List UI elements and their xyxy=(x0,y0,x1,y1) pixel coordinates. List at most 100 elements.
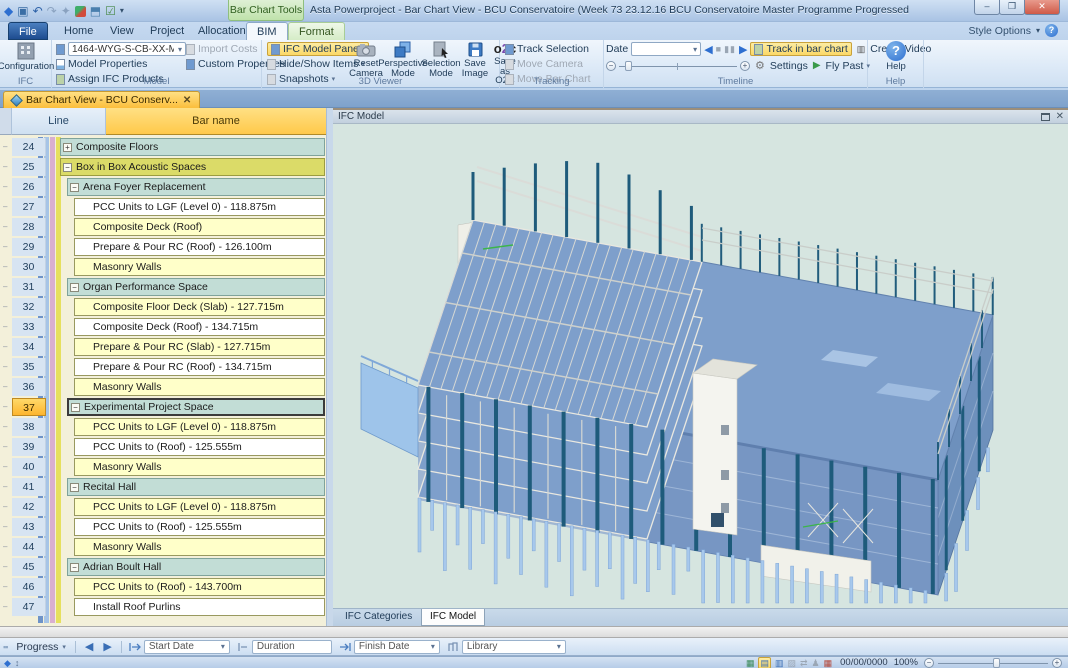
line-number[interactable]: 34 xyxy=(12,338,46,356)
date-combo[interactable]: ▾ xyxy=(631,42,701,56)
split-view-icon[interactable]: ▦ xyxy=(746,658,755,668)
play-button[interactable]: ▶ xyxy=(739,43,747,56)
horizontal-scrollbar[interactable] xyxy=(0,626,1068,638)
import-costs-button[interactable]: Import Costs xyxy=(186,42,258,56)
tab-ifc-categories[interactable]: IFC Categories xyxy=(337,609,420,626)
line-column-header[interactable]: Line xyxy=(12,108,106,135)
task-bar-cell[interactable]: Masonry Walls xyxy=(74,458,325,476)
table-row[interactable]: ‒27PCC Units to LGF (Level 0) - 118.875m xyxy=(0,197,326,217)
jump-forward-button[interactable]: ▶ xyxy=(98,639,116,654)
task-bar-cell[interactable]: PCC Units to (Roof) - 143.700m xyxy=(74,578,325,596)
summary-bar-cell[interactable]: −Recital Hall xyxy=(67,478,325,496)
collapse-icon[interactable]: − xyxy=(70,283,79,292)
line-number[interactable]: 29 xyxy=(12,238,46,256)
save-image-button[interactable]: Save Image xyxy=(460,41,490,78)
configuration-button[interactable]: Configuration xyxy=(7,41,45,78)
line-number[interactable]: 24 xyxy=(12,138,46,156)
table-row[interactable]: ‒39PCC Units to (Roof) - 125.555m xyxy=(0,437,326,457)
task-bar-cell[interactable]: Prepare & Pour RC (Roof) - 126.100m xyxy=(74,238,325,256)
table-row[interactable]: ‒26−Arena Foyer Replacement xyxy=(0,177,326,197)
duration-filter[interactable]: Duration xyxy=(252,640,332,654)
task-bar-cell[interactable]: Composite Deck (Roof) - 134.715m xyxy=(74,318,325,336)
task-bar-cell[interactable]: Composite Deck (Roof) xyxy=(74,218,325,236)
table-row[interactable]: ‒40Masonry Walls xyxy=(0,457,326,477)
ifc-3d-viewport[interactable] xyxy=(333,125,1068,608)
qat-dropdown-icon[interactable]: ▾ xyxy=(120,3,124,19)
progress-dropdown[interactable]: Progress ▾ xyxy=(11,640,71,654)
line-chart-view-icon[interactable]: ▨ xyxy=(787,658,796,668)
fly-past-button[interactable]: Fly Past xyxy=(826,60,864,72)
duration-start-icon[interactable] xyxy=(237,642,249,652)
align-start-icon[interactable] xyxy=(129,642,141,652)
help-button[interactable]: ? Help xyxy=(877,41,915,78)
reset-camera-button[interactable]: Reset Camera xyxy=(350,41,382,78)
float-pane-icon[interactable] xyxy=(1041,113,1050,121)
line-number[interactable]: 33 xyxy=(12,318,46,336)
line-number[interactable]: 32 xyxy=(12,298,46,316)
line-number[interactable]: 40 xyxy=(12,458,46,476)
tab-ifc-model[interactable]: IFC Model xyxy=(421,609,485,626)
collapse-icon[interactable]: − xyxy=(70,563,79,572)
task-bar-cell[interactable]: Prepare & Pour RC (Slab) - 127.715m xyxy=(74,338,325,356)
tab-bim[interactable]: BIM xyxy=(246,22,288,40)
summary-bar-cell[interactable]: −Box in Box Acoustic Spaces xyxy=(60,158,325,176)
line-number[interactable]: 26 xyxy=(12,178,46,196)
help-mini-icon[interactable]: ? xyxy=(1045,24,1058,37)
tab-format[interactable]: Format xyxy=(288,22,345,40)
bar-chart-view-icon[interactable]: ▤ xyxy=(758,657,771,668)
zoom-slider[interactable] xyxy=(938,658,1048,668)
tab-view[interactable]: View xyxy=(100,22,144,40)
task-bar-cell[interactable]: Masonry Walls xyxy=(74,378,325,396)
track-in-bar-chart-button[interactable]: Track in bar chart xyxy=(750,42,851,56)
collapse-icon[interactable]: − xyxy=(71,403,80,412)
table-row[interactable]: ‒37−Experimental Project Space xyxy=(0,397,326,417)
summary-bar-cell[interactable]: −Adrian Boult Hall xyxy=(67,558,325,576)
close-button[interactable]: ✕ xyxy=(1024,0,1060,15)
swap-view-icon[interactable]: ⇄ xyxy=(800,658,808,668)
line-number[interactable]: 30 xyxy=(12,258,46,276)
style-options[interactable]: Style Options ▾ ? xyxy=(969,24,1058,37)
table-row[interactable]: ‒46PCC Units to (Roof) - 143.700m xyxy=(0,577,326,597)
line-number[interactable]: 42 xyxy=(12,498,46,516)
summary-bar-cell[interactable]: −Experimental Project Space xyxy=(67,398,325,416)
line-number[interactable]: 47 xyxy=(12,598,46,616)
jump-back-button[interactable]: ◀ xyxy=(80,639,98,654)
line-number[interactable]: 27 xyxy=(12,198,46,216)
zoom-in-button[interactable]: + xyxy=(1052,658,1062,668)
pause-button[interactable]: ▮▮ xyxy=(724,44,736,55)
table-view-icon[interactable]: ▦ xyxy=(824,658,833,668)
tab-home[interactable]: Home xyxy=(54,22,103,40)
task-bar-cell[interactable]: Masonry Walls xyxy=(74,258,325,276)
stop-button[interactable]: ■ xyxy=(716,44,721,54)
timeline-slider[interactable] xyxy=(619,61,737,71)
start-date-filter[interactable]: Start Date ▾ xyxy=(144,640,230,654)
table-row[interactable]: ‒30Masonry Walls xyxy=(0,257,326,277)
line-number[interactable]: 41 xyxy=(12,478,46,496)
slider-thumb[interactable] xyxy=(625,61,632,71)
line-number[interactable]: 25 xyxy=(12,158,46,176)
tab-project[interactable]: Project xyxy=(140,22,194,40)
nav-diamond-icon[interactable]: ◆ xyxy=(4,658,11,668)
table-row[interactable]: ‒41−Recital Hall xyxy=(0,477,326,497)
table-row[interactable]: ‒42PCC Units to LGF (Level 0) - 118.875m xyxy=(0,497,326,517)
toolbar-grip[interactable]: ▪▪ xyxy=(3,642,7,652)
table-row[interactable]: ‒44Masonry Walls xyxy=(0,537,326,557)
line-number[interactable]: 35 xyxy=(12,358,46,376)
histogram-view-icon[interactable]: ▥ xyxy=(775,658,784,668)
table-row[interactable]: ‒24+Composite Floors xyxy=(0,137,326,157)
table-row[interactable]: ‒34Prepare & Pour RC (Slab) - 127.715m xyxy=(0,337,326,357)
task-bar-cell[interactable]: Masonry Walls xyxy=(74,538,325,556)
summary-bar-cell[interactable]: −Organ Performance Space xyxy=(67,278,325,296)
table-row[interactable]: ‒29Prepare & Pour RC (Roof) - 126.100m xyxy=(0,237,326,257)
task-bar-cell[interactable]: Install Roof Purlins xyxy=(74,598,325,616)
finish-date-filter[interactable]: Finish Date ▾ xyxy=(354,640,440,654)
summary-bar-cell[interactable]: −Arena Foyer Replacement xyxy=(67,178,325,196)
timeline-zoom-in-button[interactable]: + xyxy=(740,61,750,71)
task-bar-cell[interactable]: Composite Floor Deck (Slab) - 127.715m xyxy=(74,298,325,316)
perspective-mode-button[interactable]: Perspective Mode xyxy=(384,41,422,78)
task-bar-cell[interactable]: Prepare & Pour RC (Roof) - 134.715m xyxy=(74,358,325,376)
summary-bar-cell[interactable]: +Composite Floors xyxy=(60,138,325,156)
library-filter[interactable]: Library ▾ xyxy=(462,640,566,654)
align-finish-icon[interactable] xyxy=(339,642,351,652)
table-row[interactable]: ‒43PCC Units to (Roof) - 125.555m xyxy=(0,517,326,537)
